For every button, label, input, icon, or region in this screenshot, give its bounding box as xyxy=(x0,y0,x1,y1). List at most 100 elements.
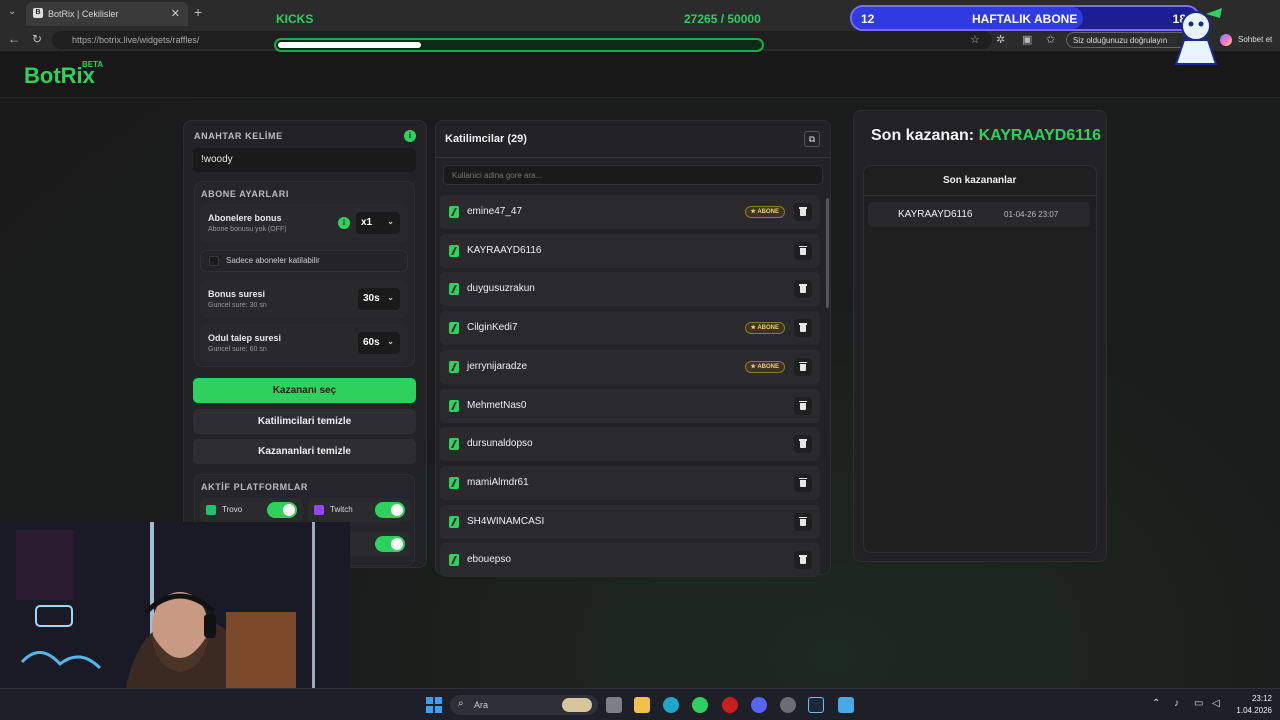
edge-icon[interactable] xyxy=(663,697,679,713)
trash-icon[interactable] xyxy=(794,551,812,570)
extensions-icon[interactable]: ✲ xyxy=(996,33,1005,46)
trash-icon[interactable] xyxy=(794,473,812,492)
trash-icon[interactable] xyxy=(794,357,812,376)
claim-time-select[interactable]: 60s ⌄ xyxy=(358,332,400,354)
webcam-image xyxy=(0,522,350,688)
weekly-sub-goal: 12 HAFTALIK ABONE 18 xyxy=(850,5,1200,31)
taskbar-search-label: Ara xyxy=(474,700,489,710)
only-subscribers-checkbox[interactable] xyxy=(209,256,219,266)
tab-title: BotRix | Cekilisler xyxy=(48,9,119,19)
trash-icon[interactable] xyxy=(794,396,812,415)
participant-row: ebouepso xyxy=(440,543,820,578)
clear-winners-button[interactable]: Kazananlari temizle xyxy=(193,439,416,464)
participant-name: dursunaldopso xyxy=(467,438,533,450)
scrollbar-thumb[interactable] xyxy=(826,198,829,308)
participants-title: Katilimcilar (29) xyxy=(445,133,527,145)
trash-icon[interactable] xyxy=(794,512,812,531)
subscriber-badge-label: ABONE xyxy=(757,363,779,370)
bonus-time-sub: Guncel sure: 30 sn xyxy=(208,302,267,309)
participant-search-input[interactable] xyxy=(443,165,823,185)
pick-winner-button[interactable]: Kazananı seç xyxy=(193,378,416,403)
trash-icon[interactable] xyxy=(794,280,812,299)
chat-button[interactable]: Sohbet et xyxy=(1238,35,1272,44)
kick-icon xyxy=(449,515,459,528)
subscriber-badge-label: ABONE xyxy=(757,325,779,332)
keyword-input[interactable]: !woody xyxy=(193,148,416,172)
windows-start-icon[interactable] xyxy=(426,697,442,713)
trash-icon[interactable] xyxy=(794,435,812,454)
app-gear-icon[interactable] xyxy=(780,697,796,713)
windows-taskbar: ⌕ Ara ⌃ ♪ ▭ ◁ 23:12 1.04.2026 xyxy=(0,688,1280,720)
kicks-goal-label: KICKS xyxy=(276,12,314,26)
search-highlight-icon xyxy=(562,698,592,712)
participant-name: KAYRAAYD6116 xyxy=(467,244,542,256)
copy-icon[interactable]: ⧉ xyxy=(804,131,820,147)
bonus-time-title: Bonus suresi xyxy=(208,289,266,299)
network-icon[interactable]: ▭ xyxy=(1194,698,1203,709)
claim-time-sub: Guncel sure: 60 sn xyxy=(208,346,267,353)
favorite-star-icon[interactable]: ☆ xyxy=(970,33,980,46)
subscriber-bonus-value: x1 xyxy=(361,217,373,228)
twitch-icon xyxy=(314,505,324,515)
app-blue-icon[interactable] xyxy=(838,697,854,713)
kicks-goal-count: 27265 / 50000 xyxy=(684,12,761,26)
keyword-label: ANAHTAR KELİME xyxy=(194,131,283,141)
clock[interactable]: 23:12 1.04.2026 xyxy=(1232,693,1272,717)
kick-icon xyxy=(449,476,459,489)
subscriber-bonus-setting: Abonelere bonus Abone bonusu yok (OFF) i… xyxy=(200,204,408,242)
microphone-icon[interactable]: ♪ xyxy=(1174,698,1179,709)
info-icon[interactable]: i xyxy=(338,217,350,229)
participant-name: MehmetNas0 xyxy=(467,399,527,411)
only-subscribers-option[interactable]: Sadece aboneler katilabilir xyxy=(200,250,408,272)
chevron-down-icon: ⌄ xyxy=(387,337,394,346)
split-screen-icon[interactable]: ▣ xyxy=(1022,33,1032,46)
volume-icon[interactable]: ◁ xyxy=(1212,698,1220,709)
participant-row: SH4WINAMCASI xyxy=(440,504,820,539)
kicks-goal-bar xyxy=(274,38,764,52)
clock-date: 1.04.2026 xyxy=(1236,706,1272,715)
only-subscribers-label: Sadece aboneler katilabilir xyxy=(226,256,320,265)
keyword-value: !woody xyxy=(201,154,233,165)
clear-participants-button[interactable]: Katilimcilari temizle xyxy=(193,409,416,434)
favorites-icon[interactable]: ✩ xyxy=(1046,33,1055,46)
taskbar-search[interactable]: ⌕ Ara xyxy=(450,695,598,715)
close-tab-icon[interactable]: ✕ xyxy=(171,7,180,20)
participant-row: MehmetNas0 xyxy=(440,388,820,423)
webcam-feed xyxy=(0,522,350,688)
task-view-icon[interactable] xyxy=(606,697,622,713)
app-red-icon[interactable] xyxy=(722,697,738,713)
reload-icon[interactable]: ↻ xyxy=(32,32,42,46)
winner-row-time: 01-04-26 23:07 xyxy=(1004,210,1059,219)
trovo-toggle[interactable] xyxy=(267,502,297,518)
browser-tab[interactable]: B BotRix | Cekilisler ✕ xyxy=(26,2,188,26)
chevron-down-icon: ⌄ xyxy=(387,293,394,302)
participant-name: CilginKedi7 xyxy=(467,322,518,334)
kick-icon xyxy=(449,322,459,335)
back-icon[interactable]: ← xyxy=(8,32,20,46)
new-tab-icon[interactable]: + xyxy=(194,4,202,20)
kicks-goal-fill xyxy=(278,42,421,48)
file-explorer-icon[interactable] xyxy=(634,697,650,713)
platform-toggle[interactable] xyxy=(375,536,405,552)
verify-text: Siz olduğunuzu doğrulayın xyxy=(1073,36,1168,45)
subscriber-bonus-select[interactable]: x1 ⌄ xyxy=(356,212,400,234)
platform-name: Trovo xyxy=(222,505,243,514)
participant-row: mamiAlmdr61 xyxy=(440,465,820,500)
tray-arrow-icon[interactable]: ⌃ xyxy=(1152,698,1160,709)
platform-name: Twitch xyxy=(330,505,353,514)
winner-row-name: KAYRAAYD6116 xyxy=(898,209,973,220)
bonus-time-select[interactable]: 30s ⌄ xyxy=(358,288,400,310)
tab-list-icon[interactable]: ⌄ xyxy=(8,6,16,17)
trash-icon[interactable] xyxy=(794,241,812,260)
twitch-toggle[interactable] xyxy=(375,502,405,518)
trash-icon[interactable] xyxy=(794,203,812,221)
steam-icon[interactable] xyxy=(808,697,824,713)
trash-icon[interactable] xyxy=(794,319,812,338)
claim-time-title: Odul talep suresi xyxy=(208,333,282,343)
last-winner-heading: Son kazanan: KAYRAAYD6116 xyxy=(871,127,1101,145)
botrix-favicon-icon: B xyxy=(33,8,43,18)
discord-icon[interactable] xyxy=(751,697,767,713)
app-u-icon[interactable] xyxy=(692,697,708,713)
weekly-sub-title: HAFTALIK ABONE xyxy=(972,12,1078,26)
info-icon[interactable]: i xyxy=(404,130,416,142)
